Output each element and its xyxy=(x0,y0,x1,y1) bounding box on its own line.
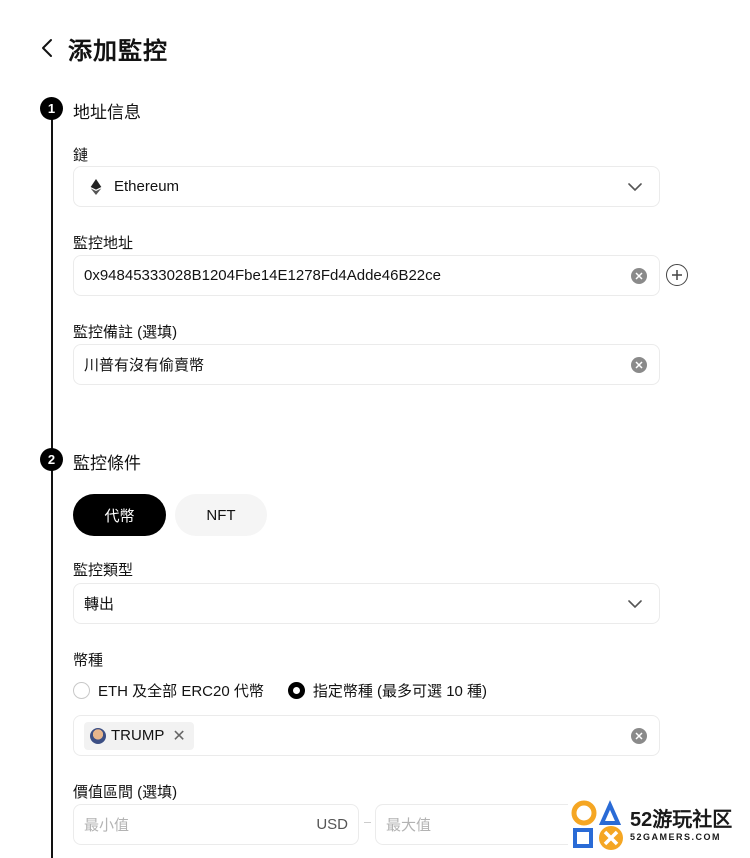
radio-specific-tokens-label: 指定幣種 (最多可選 10 種) xyxy=(312,683,488,700)
tab-nft[interactable]: NFT xyxy=(175,494,267,536)
address-label: 監控地址 xyxy=(73,235,134,252)
step-number-1: 1 xyxy=(40,97,63,120)
address-input[interactable]: 0x94845333028B1204Fbe14E1278Fd4Adde46B22… xyxy=(73,255,660,296)
clear-icon[interactable] xyxy=(631,727,647,744)
section-title-monitor-conditions: 監控條件 xyxy=(73,454,141,473)
range-separator xyxy=(364,822,371,823)
page-title: 添加監控 xyxy=(68,37,168,65)
min-value-input[interactable]: 最小值 USD xyxy=(73,804,359,845)
address-value: 0x94845333028B1204Fbe14E1278Fd4Adde46B22… xyxy=(84,267,441,284)
watermark-logo-icon xyxy=(571,800,623,850)
radio-unchecked-icon xyxy=(73,682,90,699)
watermark-sub-text: 52GAMERS.COM xyxy=(630,832,722,842)
step-number-2: 2 xyxy=(40,448,63,471)
min-value-placeholder: 最小值 xyxy=(84,817,130,834)
step-timeline-line xyxy=(51,108,53,858)
value-range-label: 價值區間 (選填) xyxy=(73,784,178,801)
watermark-main-text: 52游玩社区 xyxy=(630,809,733,831)
radio-all-erc20-label: ETH 及全部 ERC20 代幣 xyxy=(98,683,264,700)
chevron-down-icon xyxy=(628,599,642,608)
min-value-unit: USD xyxy=(316,816,348,833)
add-address-icon[interactable] xyxy=(666,264,688,286)
tab-token[interactable]: 代幣 xyxy=(73,494,166,536)
chevron-down-icon xyxy=(628,182,642,191)
watermark: 52游玩社区 52GAMERS.COM xyxy=(568,795,748,855)
radio-specific-tokens[interactable]: 指定幣種 (最多可選 10 種) xyxy=(287,680,488,701)
note-input[interactable]: 川普有沒有偷賣幣 xyxy=(73,344,660,385)
chevron-left-icon xyxy=(42,39,52,57)
back-button[interactable] xyxy=(40,30,64,66)
token-chip: TRUMP ✕ xyxy=(84,721,194,750)
chain-select[interactable]: Ethereum xyxy=(73,166,660,207)
page-header: 添加監控 xyxy=(40,30,168,66)
monitor-type-value: 轉出 xyxy=(84,596,115,613)
token-multiselect[interactable]: TRUMP ✕ xyxy=(73,715,660,756)
chain-value: Ethereum xyxy=(114,178,180,195)
chain-label: 鏈 xyxy=(73,147,89,164)
ethereum-icon xyxy=(90,178,102,195)
trump-token-avatar xyxy=(90,727,106,744)
note-value: 川普有沒有偷賣幣 xyxy=(84,357,205,374)
currency-label: 幣種 xyxy=(73,652,104,669)
radio-all-erc20[interactable]: ETH 及全部 ERC20 代幣 xyxy=(73,680,264,701)
currency-radio-group: ETH 及全部 ERC20 代幣 指定幣種 (最多可選 10 種) xyxy=(73,680,511,701)
monitor-type-label: 監控類型 xyxy=(73,562,134,579)
clear-icon[interactable] xyxy=(631,356,647,373)
radio-checked-icon xyxy=(287,682,305,699)
note-label: 監控備註 (選填) xyxy=(73,324,178,341)
monitor-type-select[interactable]: 轉出 xyxy=(73,583,660,624)
section-title-address-info: 地址信息 xyxy=(73,103,141,122)
token-chip-label: TRUMP xyxy=(111,727,165,744)
clear-icon[interactable] xyxy=(631,267,647,284)
remove-chip-icon[interactable]: ✕ xyxy=(172,726,185,746)
